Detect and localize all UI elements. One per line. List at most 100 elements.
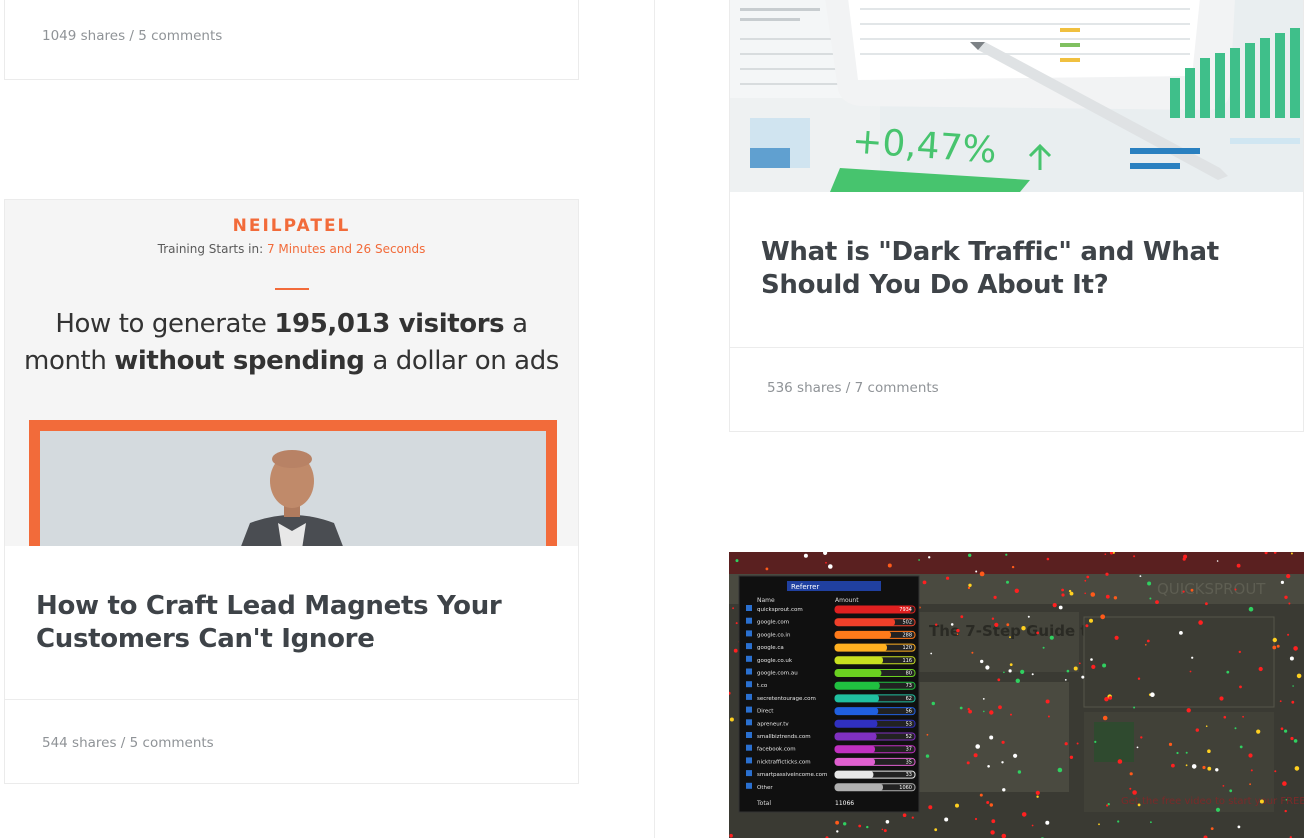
heat-dot bbox=[1285, 799, 1288, 801]
heat-dot bbox=[1036, 795, 1039, 798]
heat-dot bbox=[1290, 736, 1294, 741]
heat-dot bbox=[1114, 635, 1119, 640]
referrer-name: smallbiztrends.com bbox=[757, 734, 811, 740]
heat-dot bbox=[1006, 623, 1010, 627]
row-checkbox bbox=[746, 744, 752, 751]
heat-dot bbox=[1046, 557, 1050, 561]
heat-dot bbox=[1058, 605, 1063, 610]
row-checkbox bbox=[746, 782, 752, 789]
heat-dot bbox=[973, 753, 978, 758]
referrer-bar bbox=[835, 656, 883, 664]
article-card[interactable]: 1049 shares / 5 comments bbox=[4, 0, 579, 80]
heat-dot bbox=[1031, 673, 1034, 676]
heat-dot bbox=[1085, 624, 1089, 628]
heat-dot bbox=[968, 553, 972, 557]
row-checkbox bbox=[746, 757, 752, 764]
heat-dot bbox=[1223, 715, 1227, 719]
heat-dot bbox=[1061, 588, 1064, 592]
heat-dot bbox=[1248, 753, 1253, 758]
comments-link[interactable]: 7 comments bbox=[855, 380, 939, 396]
referrer-name: quicksprout.com bbox=[757, 607, 803, 613]
heat-dot bbox=[967, 586, 971, 590]
heat-dot bbox=[887, 563, 892, 568]
heat-dot bbox=[1191, 656, 1194, 659]
referrer-bar bbox=[835, 783, 883, 791]
article-title[interactable]: How to Craft Lead Magnets Your Customers… bbox=[36, 590, 556, 656]
referrer-name: google.co.in bbox=[757, 632, 791, 638]
heat-dot bbox=[1205, 602, 1208, 606]
article-meta: 1049 shares / 5 comments bbox=[42, 28, 223, 44]
heat-dot bbox=[1239, 745, 1243, 749]
heat-dot bbox=[1117, 759, 1123, 764]
article-meta: 536 shares / 7 comments bbox=[767, 380, 939, 396]
heat-dot bbox=[1284, 809, 1287, 813]
row-checkbox bbox=[746, 668, 752, 675]
heat-dot bbox=[1238, 650, 1241, 654]
referrer-value: 33 bbox=[906, 772, 912, 778]
heat-dot bbox=[975, 570, 978, 573]
heat-dot bbox=[735, 559, 739, 563]
heat-dot bbox=[1216, 560, 1219, 562]
background-logo: QUICKSPROUT bbox=[1157, 580, 1266, 598]
article-thumbnail[interactable]: +0,47% bbox=[730, 0, 1303, 192]
thumbnail-headline: How to generate 195,013 visitors a month… bbox=[24, 309, 559, 376]
heat-dot bbox=[1003, 671, 1005, 674]
heat-dot bbox=[1250, 769, 1253, 772]
heat-dot bbox=[1210, 827, 1214, 830]
comments-link[interactable]: 5 comments bbox=[130, 735, 214, 751]
heat-dot bbox=[1179, 631, 1183, 635]
row-checkbox bbox=[746, 770, 752, 777]
heat-dot bbox=[1287, 633, 1290, 636]
card-divider bbox=[5, 699, 578, 700]
heat-dot bbox=[1089, 618, 1093, 623]
heat-dot bbox=[1137, 677, 1141, 680]
heat-dot bbox=[1137, 803, 1141, 807]
heat-dot bbox=[985, 665, 990, 670]
heat-dot bbox=[1284, 595, 1288, 599]
heat-dot bbox=[928, 556, 931, 559]
article-thumbnail[interactable]: The 7-Step Guide to Growth Hacking QUICK… bbox=[729, 552, 1304, 838]
heat-dot bbox=[1239, 685, 1242, 689]
comments-link[interactable]: 5 comments bbox=[138, 28, 222, 44]
referrer-bar bbox=[835, 682, 880, 690]
heat-dot bbox=[1207, 749, 1211, 753]
heat-dot bbox=[1036, 631, 1040, 635]
presenter-image bbox=[40, 431, 546, 546]
article-thumbnail[interactable]: NEILPATEL Training Starts in: 7 Minutes … bbox=[5, 200, 578, 546]
referrer-bar bbox=[835, 631, 891, 639]
heat-dot bbox=[994, 622, 999, 627]
article-title[interactable]: What is "Dark Traffic" and What Should Y… bbox=[761, 236, 1281, 302]
heat-dot bbox=[1292, 685, 1294, 687]
heat-dot bbox=[1013, 753, 1018, 758]
heat-dot bbox=[998, 705, 1002, 710]
referrer-bar bbox=[835, 758, 875, 766]
heat-dot bbox=[1052, 603, 1057, 608]
heat-dot bbox=[1021, 626, 1026, 631]
heat-dot bbox=[1248, 606, 1254, 612]
referrer-value: 62 bbox=[906, 696, 912, 702]
heat-dot bbox=[946, 576, 950, 580]
heat-dot bbox=[1242, 715, 1244, 718]
heat-dot bbox=[803, 553, 808, 558]
article-card[interactable]: +0,47% What is "Dark Traffic" and What S… bbox=[729, 0, 1304, 432]
heat-dot bbox=[966, 761, 970, 765]
referrer-value: 502 bbox=[902, 620, 912, 626]
heat-dot bbox=[989, 803, 993, 807]
heat-dot bbox=[1279, 700, 1282, 703]
heat-dot bbox=[967, 707, 970, 711]
accent-dash bbox=[275, 288, 309, 290]
article-card[interactable]: NEILPATEL Training Starts in: 7 Minutes … bbox=[4, 199, 579, 784]
heat-dot bbox=[974, 817, 978, 821]
article-card[interactable]: The 7-Step Guide to Growth Hacking QUICK… bbox=[729, 552, 1304, 838]
heat-dot bbox=[1009, 663, 1013, 666]
heat-dot bbox=[1182, 590, 1185, 593]
heat-dot bbox=[1086, 575, 1090, 579]
referrer-value: 56 bbox=[906, 709, 912, 715]
heat-dot bbox=[950, 623, 954, 626]
row-checkbox bbox=[746, 693, 752, 700]
heat-dot bbox=[1293, 646, 1298, 651]
heat-dot bbox=[1234, 727, 1237, 730]
heat-dot bbox=[1001, 761, 1004, 764]
heat-dot bbox=[1081, 675, 1085, 679]
heat-dot bbox=[1219, 696, 1224, 701]
